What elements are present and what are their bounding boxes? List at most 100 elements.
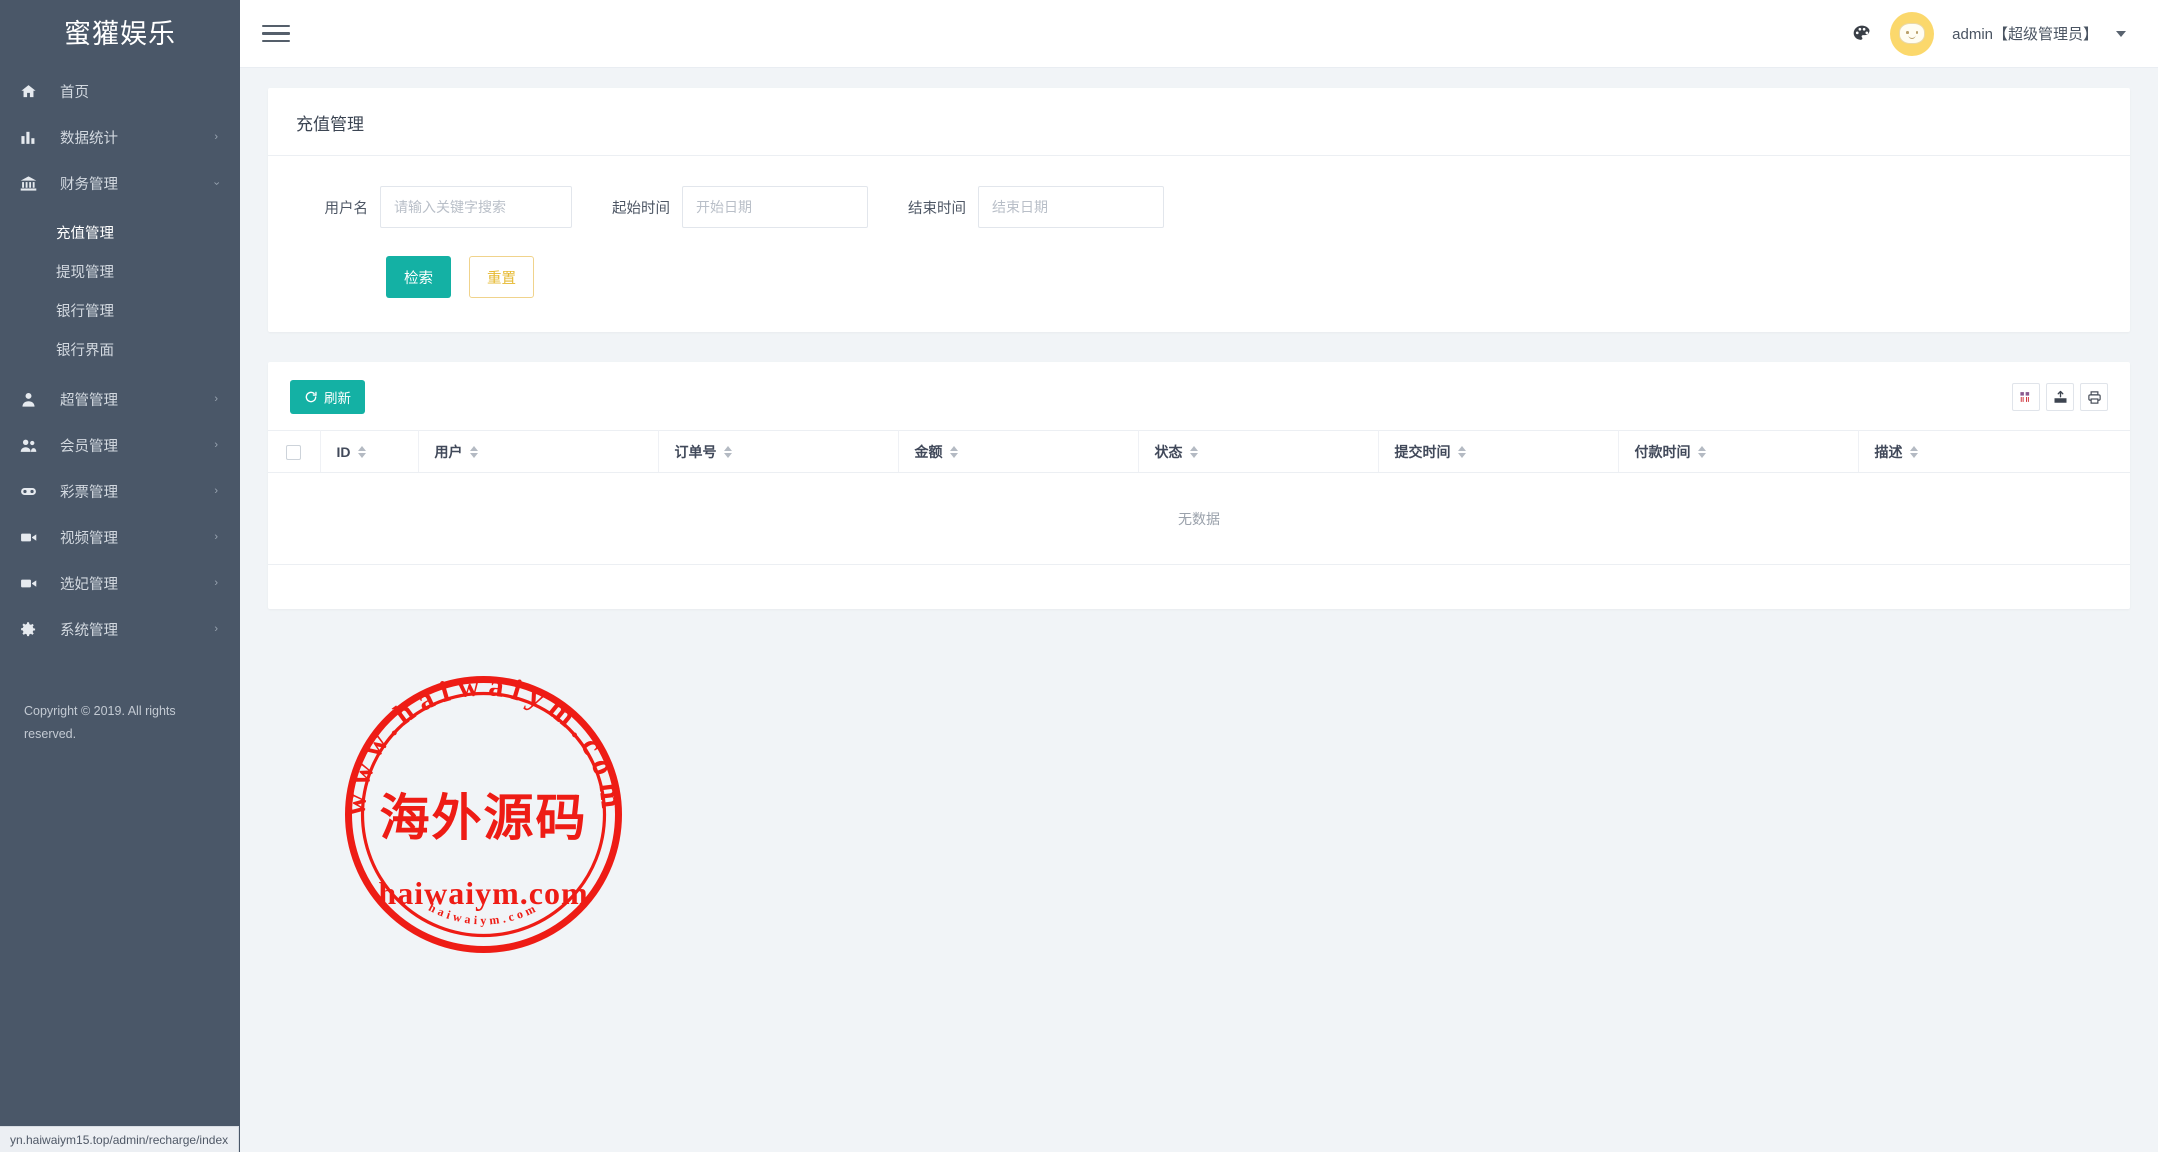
submenu-spacer: [0, 369, 240, 376]
palette-icon[interactable]: [1852, 24, 1872, 44]
user-name-label[interactable]: admin【超级管理员】: [1952, 23, 2098, 44]
sort-icon[interactable]: [357, 445, 366, 458]
column-header-label: 订单号: [674, 443, 717, 460]
column-header-2[interactable]: 用户: [418, 430, 659, 473]
sidebar-subitem-1[interactable]: 提现管理: [0, 252, 240, 291]
search-field-label: 用户名: [324, 200, 369, 217]
search-panel: 充值管理 用户名 起始时间 结束时间 检索 重置: [268, 88, 2130, 332]
sidebar-subitem-label: 提现管理: [56, 265, 114, 281]
column-header-label: ID: [336, 443, 351, 460]
sidebar: 蜜獾娱乐 首页 数据统计 › 财务管理 › 充值管理 提现管理 银行管理 银行界面 超管管理 › 会员…: [0, 0, 240, 1152]
sidebar-item-label: 数据统计: [60, 130, 118, 147]
sidebar-subitem-2[interactable]: 银行管理: [0, 291, 240, 330]
column-header-5[interactable]: 状态: [1138, 430, 1379, 473]
username-input[interactable]: [380, 186, 572, 228]
table-tool-icons: [2012, 383, 2108, 411]
sidebar-item-label: 财务管理: [60, 176, 118, 193]
sidebar-item-1[interactable]: 数据统计 ›: [0, 114, 240, 160]
search-field-label: 起始时间: [612, 200, 670, 217]
sort-icon[interactable]: [1909, 445, 1918, 458]
end-date-input[interactable]: [978, 186, 1164, 228]
submenu-spacer: [0, 206, 240, 213]
video-icon: [21, 579, 37, 587]
column-header-1[interactable]: ID: [320, 430, 419, 473]
bar-chart-icon: [20, 128, 44, 146]
column-header-label: 状态: [1154, 443, 1183, 460]
users-icon: [20, 439, 37, 452]
column-header-4[interactable]: 金额: [898, 430, 1139, 473]
sidebar-item-label: 超管管理: [60, 392, 118, 409]
gamepad-icon: [20, 482, 44, 500]
sort-icon[interactable]: [1697, 445, 1706, 458]
column-header-7[interactable]: 付款时间: [1618, 430, 1859, 473]
sort-icon[interactable]: [469, 445, 478, 458]
sidebar-item-7[interactable]: 选妃管理 ›: [0, 560, 240, 606]
table-body: 无数据: [268, 472, 2130, 565]
page-title: 充值管理: [268, 88, 2130, 156]
search-field-2: 结束时间: [906, 186, 1164, 228]
reset-button[interactable]: 重置: [469, 256, 534, 298]
sidebar-item-label: 彩票管理: [60, 484, 118, 501]
refresh-icon: [305, 391, 317, 403]
users-icon: [20, 436, 44, 454]
sidebar-subitem-0[interactable]: 充值管理: [0, 213, 240, 252]
sidebar-item-0[interactable]: 首页: [0, 68, 240, 114]
user-icon: [22, 392, 35, 407]
sidebar-nav: 首页 数据统计 › 财务管理 › 充值管理 提现管理 银行管理 银行界面 超管管理 › 会员管理 › 彩票…: [0, 68, 240, 652]
columns-icon[interactable]: [2012, 383, 2040, 411]
gamepad-icon: [21, 487, 36, 495]
topbar: admin【超级管理员】: [240, 0, 2158, 68]
sort-icon[interactable]: [949, 445, 958, 458]
chevron-right-icon: ›: [214, 392, 218, 405]
export-icon[interactable]: [2046, 383, 2074, 411]
table-header-row: ID 用户 订单号 金额 状态 提交时间 付款时间 描述: [268, 430, 2130, 473]
sort-icon[interactable]: [1189, 445, 1198, 458]
column-header-label: 描述: [1874, 443, 1903, 460]
chevron-right-icon: ›: [214, 576, 218, 589]
sidebar-copyright: Copyright © 2019. All rights reserved.: [24, 704, 176, 742]
sidebar-item-4[interactable]: 会员管理 ›: [0, 422, 240, 468]
home-icon: [21, 84, 36, 97]
sidebar-item-3[interactable]: 超管管理 ›: [0, 376, 240, 422]
column-header-8[interactable]: 描述: [1858, 430, 2130, 473]
sidebar-subitem-3[interactable]: 银行界面: [0, 330, 240, 369]
column-header-6[interactable]: 提交时间: [1378, 430, 1619, 473]
gear-icon: [20, 620, 44, 638]
select-all-checkbox[interactable]: [286, 444, 302, 460]
video-icon: [20, 574, 44, 592]
home-icon: [20, 82, 44, 100]
video-icon: [21, 533, 37, 541]
avatar-mouth: [1908, 35, 1916, 39]
hamburger-icon[interactable]: [262, 20, 290, 48]
chevron-right-icon: ›: [214, 530, 218, 543]
search-actions: 检索 重置: [268, 228, 2130, 298]
topbar-right-group: admin【超级管理员】: [1852, 11, 2126, 56]
select-all-header: [268, 430, 321, 473]
start-date-input[interactable]: [682, 186, 868, 228]
sidebar-subitem-label: 银行界面: [56, 343, 114, 359]
sidebar-item-label: 系统管理: [60, 622, 118, 639]
sidebar-item-8[interactable]: 系统管理 ›: [0, 606, 240, 652]
search-field-0: 用户名: [268, 186, 572, 228]
search-button[interactable]: 检索: [386, 256, 451, 298]
bank-icon: [20, 174, 44, 192]
caret-down-icon[interactable]: [2116, 30, 2126, 37]
app-logo[interactable]: 蜜獾娱乐: [0, 0, 240, 68]
column-header-3[interactable]: 订单号: [658, 430, 899, 473]
chevron-right-icon: ›: [214, 622, 218, 635]
status-bar-url: yn.haiwaiym15.top/admin/recharge/index: [0, 1126, 240, 1152]
column-header-label: 提交时间: [1394, 443, 1451, 460]
refresh-button[interactable]: 刷新: [290, 380, 365, 414]
print-icon[interactable]: [2080, 383, 2108, 411]
sidebar-item-6[interactable]: 视频管理 ›: [0, 514, 240, 560]
table-empty-row: 无数据: [268, 472, 2130, 565]
main-content: 充值管理 用户名 起始时间 结束时间 检索 重置 刷新: [240, 68, 2158, 1152]
avatar[interactable]: [1890, 11, 1935, 56]
sort-icon[interactable]: [723, 445, 732, 458]
sort-icon[interactable]: [1457, 445, 1466, 458]
chevron-right-icon: ›: [214, 484, 218, 497]
sidebar-item-5[interactable]: 彩票管理 ›: [0, 468, 240, 514]
column-header-label: 付款时间: [1634, 443, 1691, 460]
sidebar-item-2[interactable]: 财务管理 ›: [0, 160, 240, 206]
table-panel: 刷新 ID 用户 订单号 金额 状态 提交时间 付款时间 描述 无数据: [268, 362, 2130, 609]
